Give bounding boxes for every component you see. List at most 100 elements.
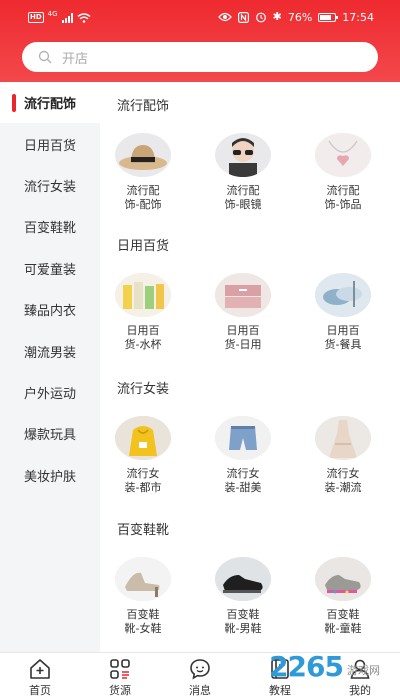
section-title: 流行配饰 — [117, 99, 170, 114]
category-item[interactable]: 日用百 货-日用 — [203, 273, 283, 352]
tab-source[interactable]: 货源 — [80, 653, 160, 700]
category-item-label-line1: 日用百 — [226, 324, 260, 337]
category-item-label-line2: 靴-女鞋 — [124, 622, 162, 635]
tab-home[interactable]: 首页 — [0, 653, 80, 700]
category-item-label-line1: 流行女 — [126, 467, 160, 480]
sidebar-item[interactable]: 臻品内衣 — [0, 289, 100, 330]
tab-source-label: 货源 — [109, 684, 131, 697]
category-item[interactable]: 流行配 饰-饰品 — [303, 133, 383, 212]
tab-tutorial-label: 教程 — [269, 684, 291, 697]
category-item[interactable]: 百变鞋 靴-女鞋 — [103, 557, 183, 636]
men-shoe-photo — [215, 557, 271, 601]
home-icon — [30, 659, 50, 679]
search-icon — [38, 50, 52, 64]
category-item-label-line1: 流行配 — [226, 184, 260, 197]
alarm-icon — [255, 12, 266, 23]
category-item-label-line1: 流行配 — [126, 184, 160, 197]
category-item-label-line1: 百变鞋 — [126, 608, 160, 621]
sidebar-item[interactable]: 百变鞋靴 — [0, 206, 100, 247]
category-item-label-line1: 日用百 — [126, 324, 160, 337]
category-item[interactable]: 流行配 饰-眼镜 — [203, 133, 283, 212]
sidebar-item-label: 户外运动 — [23, 386, 76, 402]
category-item[interactable]: 日用百 货-水杯 — [103, 273, 183, 352]
category-item[interactable]: 日用百 货-餐具 — [303, 273, 383, 352]
tab-home-label: 首页 — [29, 684, 51, 697]
necklace-photo — [315, 133, 371, 177]
category-item-label: 日用百 货-水杯 — [103, 324, 183, 352]
header: HD 4G ✱ 76% 17:54 开店 — [0, 0, 400, 82]
category-item-label-line1: 流行女 — [326, 467, 360, 480]
category-item-label: 日用百 货-餐具 — [303, 324, 383, 352]
category-item-label-line1: 日用百 — [326, 324, 360, 337]
section-title: 流行女装 — [117, 382, 170, 397]
sidebar-item[interactable]: 流行女装 — [0, 165, 100, 206]
kids-shoe-photo — [315, 557, 371, 601]
category-item-label-line2: 靴-男鞋 — [224, 622, 262, 635]
category-item-label-line2: 饰-配饰 — [124, 198, 162, 211]
category-item[interactable]: 流行女 装-甜美 — [203, 416, 283, 495]
sidebar-item[interactable]: 日用百货 — [0, 123, 100, 164]
category-item[interactable]: 流行女 装-都市 — [103, 416, 183, 495]
women-shoe-photo — [115, 557, 171, 601]
category-item[interactable]: 百变鞋 靴-男鞋 — [203, 557, 283, 636]
sidebar-item[interactable]: 流行配饰 — [0, 82, 100, 124]
category-item[interactable]: 流行配 饰-配饰 — [103, 133, 183, 212]
search-placeholder[interactable]: 开店 — [62, 48, 88, 67]
category-item-label: 流行配 饰-眼镜 — [203, 184, 283, 212]
wifi-icon — [77, 12, 91, 23]
sidebar-item[interactable]: 可爱童装 — [0, 248, 100, 289]
category-item-label-line1: 百变鞋 — [326, 608, 360, 621]
sidebar-item-label: 流行配饰 — [23, 97, 76, 113]
category-item-label-line2: 货-日用 — [224, 338, 262, 351]
eye-icon — [217, 12, 232, 22]
search-bar[interactable]: 开店 — [22, 42, 378, 72]
section-title: 日用百货 — [117, 239, 170, 254]
denim-shorts-photo — [215, 416, 271, 460]
grid-menu-icon — [110, 659, 130, 679]
sidebar-item[interactable]: 潮流男装 — [0, 330, 100, 371]
category-sidebar: 流行配饰日用百货流行女装百变鞋靴可爱童装臻品内衣潮流男装户外运动爆款玩具美妆护肤 — [0, 82, 100, 652]
battery-icon — [318, 12, 339, 22]
category-item-label-line1: 流行配 — [326, 184, 360, 197]
category-item[interactable]: 流行女 装-潮流 — [303, 416, 383, 495]
sidebar-item-label: 流行女装 — [23, 179, 76, 195]
sidebar-item[interactable]: 爆款玩具 — [0, 413, 100, 454]
category-content: 流行配饰 流行配 饰-配饰 流行配 饰-眼镜 流行配 饰-饰品 日用百货 日用百 货-水杯 日用百货… — [100, 82, 400, 652]
sidebar-item-label: 日用百货 — [23, 138, 76, 154]
category-item-label-line2: 货-餐具 — [324, 338, 362, 351]
status-bar: HD 4G ✱ 76% 17:54 — [0, 0, 400, 36]
category-item-label: 流行女 装-甜美 — [203, 467, 283, 495]
section-title: 百变鞋靴 — [117, 523, 170, 538]
hat-photo — [115, 133, 171, 177]
category-item-label-line2: 靴-童鞋 — [324, 622, 362, 635]
category-item-label: 百变鞋 靴-女鞋 — [103, 608, 183, 636]
sidebar-item-label: 可爱童装 — [23, 262, 76, 278]
bluetooth-icon: ✱ — [272, 10, 282, 23]
sidebar-item-label: 臻品内衣 — [23, 304, 76, 320]
tab-messages-label: 消息 — [189, 684, 211, 697]
tableware-photo — [315, 273, 371, 317]
battery-percent: 76% — [287, 10, 313, 24]
category-item-label: 日用百 货-日用 — [203, 324, 283, 352]
battery-fill — [320, 14, 332, 20]
cups-photo — [115, 273, 171, 317]
category-item-label-line2: 饰-眼镜 — [224, 198, 262, 211]
category-item-label-line2: 装-潮流 — [324, 481, 362, 494]
nfc-icon — [237, 11, 249, 23]
signal-icon — [61, 12, 73, 23]
category-item-label-line1: 流行女 — [226, 467, 260, 480]
watermark-text: 游戏网 — [347, 663, 380, 677]
sidebar-item-label: 美妆护肤 — [23, 469, 76, 485]
sidebar-item[interactable]: 美妆护肤 — [0, 455, 100, 496]
sidebar-item[interactable]: 户外运动 — [0, 372, 100, 413]
sidebar-item-label: 爆款玩具 — [23, 428, 76, 444]
status-left: HD 4G — [28, 10, 91, 23]
status-right: ✱ 76% 17:54 — [217, 10, 374, 24]
chat-face-icon — [190, 659, 210, 680]
category-item-label-line1: 百变鞋 — [226, 608, 260, 621]
clock: 17:54 — [342, 10, 374, 24]
network-badge: HD — [28, 12, 44, 23]
tab-profile-label: 我的 — [349, 684, 371, 697]
tab-messages[interactable]: 消息 — [160, 653, 240, 700]
category-item[interactable]: 百变鞋 靴-童鞋 — [303, 557, 383, 636]
